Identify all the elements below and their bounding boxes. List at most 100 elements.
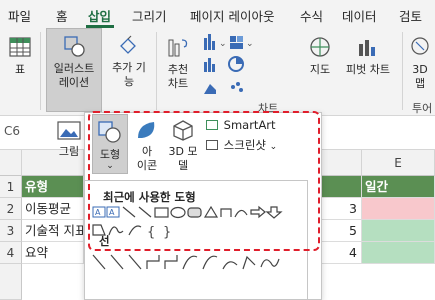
curve-shape-icon[interactable] (222, 261, 238, 270)
freeform-line-icon[interactable] (242, 255, 256, 270)
table-cell[interactable]: 기술적 지표 (22, 220, 84, 242)
recent-shapes-row: A A { } (92, 205, 283, 240)
tab-formulas[interactable]: 수식 (300, 6, 323, 25)
column-chart-icon[interactable] (204, 34, 215, 50)
recommended-charts-button[interactable]: 추천 차트 (160, 34, 196, 91)
svg-text:⌄: ⌄ (219, 39, 227, 49)
double-arrow-shape-icon[interactable] (128, 254, 142, 270)
ribbon-tabs: 파일 홈 삽입 그리기 페이지 레이아웃 수식 데이터 검토 (0, 0, 435, 28)
scatter-chart-icon[interactable] (231, 82, 243, 92)
triangle-shape-icon[interactable] (203, 205, 219, 218)
illustrations-icon (64, 36, 85, 57)
smartart-icon (206, 120, 218, 130)
screenshot-button[interactable]: 스크린샷 ⌄ (206, 137, 277, 153)
arrow-line-shape-icon[interactable] (138, 206, 152, 218)
pictures-button[interactable]: 그림 (52, 120, 86, 159)
table-cell[interactable]: 4 (322, 242, 362, 264)
pivot-chart-label: 피벗 차트 (346, 63, 390, 76)
smartart-label: SmartArt (223, 118, 276, 132)
line-shape-icon[interactable] (122, 206, 136, 218)
pivot-chart-icon (359, 40, 375, 56)
svg-text:{: { (147, 225, 155, 240)
area-chart-icon[interactable] (204, 84, 216, 94)
scribble-shape-icon[interactable] (108, 226, 124, 236)
elbow-connector-icon[interactable] (146, 255, 160, 269)
column-header-e[interactable]: E (362, 150, 435, 176)
table-cell[interactable] (362, 242, 435, 264)
table-cell[interactable] (362, 220, 435, 242)
chart-types-grid: ⌄ ⌄ (200, 32, 296, 98)
vertical-text-box-icon[interactable]: A (106, 206, 120, 218)
header-cell-type[interactable]: 유형 (22, 176, 84, 198)
arrow-shape-icon[interactable] (110, 254, 124, 270)
table-cell[interactable]: 3 (322, 198, 362, 220)
pivot-chart-button[interactable]: 피벗 차트 (340, 34, 396, 77)
table-cell[interactable]: 5 (322, 220, 362, 242)
tab-review[interactable]: 검토 (399, 6, 422, 25)
illustrations-button[interactable]: 일러스트 레이션 (46, 28, 102, 112)
table-cell[interactable] (362, 198, 435, 220)
line-shape-icon[interactable] (92, 254, 106, 270)
down-arrow-shape-icon[interactable] (265, 206, 283, 219)
tab-insert[interactable]: 삽입 (88, 6, 111, 25)
table-cell[interactable]: 요약 (22, 242, 84, 264)
select-all-corner[interactable] (0, 150, 22, 176)
leaf-icon (138, 122, 155, 138)
line-chart-icon[interactable] (204, 58, 215, 72)
tab-data[interactable]: 데이터 (342, 6, 377, 25)
3d-models-button[interactable]: 3D 모 델 (164, 118, 202, 173)
rectangle-shape-icon[interactable] (154, 207, 169, 218)
header-cell-d[interactable] (322, 176, 362, 198)
elbow-connector-icon[interactable] (220, 208, 232, 217)
row-header[interactable]: 2 (0, 198, 22, 220)
cube-icon (173, 120, 193, 141)
table-button[interactable]: 표 (6, 34, 34, 77)
header-cell-daily[interactable]: 일간 (362, 176, 435, 198)
right-brace-shape-icon[interactable]: } (163, 225, 171, 240)
tab-draw[interactable]: 그리기 (132, 6, 167, 25)
row-header[interactable] (0, 264, 22, 300)
column-header-d[interactable] (322, 150, 362, 176)
name-box[interactable]: C6 (4, 124, 20, 138)
table-icon (9, 37, 31, 57)
table-cell[interactable]: 이동평균 (22, 198, 84, 220)
curved-connector-icon[interactable] (234, 209, 248, 218)
text-box-icon[interactable]: A (92, 206, 106, 218)
left-brace-shape-icon[interactable]: { (147, 225, 155, 240)
tab-file[interactable]: 파일 (8, 6, 31, 25)
oval-shape-icon[interactable] (170, 206, 186, 219)
picture-icon (57, 121, 81, 140)
row-header[interactable]: 3 (0, 220, 22, 242)
rounded-rectangle-shape-icon[interactable] (187, 207, 202, 218)
map-label: 지도 (309, 63, 331, 76)
scribble-line-icon[interactable] (260, 258, 280, 268)
tab-page-layout[interactable]: 페이지 레이아웃 (190, 6, 274, 25)
screenshot-label: 스크린샷 (223, 138, 266, 152)
curved-arrow-connector-icon[interactable] (202, 255, 218, 270)
svg-text:A: A (109, 208, 115, 217)
right-arrow-shape-icon[interactable] (250, 205, 266, 219)
svg-text:}: } (163, 225, 171, 240)
tab-home[interactable]: 홈 (56, 6, 68, 25)
3d-map-button[interactable]: 3D 맵 (406, 34, 434, 91)
map-chart-button[interactable]: 지도 (300, 34, 340, 77)
globe-icon (310, 37, 330, 57)
3d-models-label: 3D 모 델 (168, 145, 198, 172)
addins-button[interactable]: 추가 기 능 (108, 34, 150, 89)
lines-row (92, 254, 280, 270)
pie-chart-icon[interactable] (228, 56, 244, 72)
shapes-button[interactable]: 도형 ⌄ (92, 114, 128, 174)
illustrations-label: 일러스트 레이션 (53, 62, 95, 89)
elbow-arrow-connector-icon[interactable] (164, 255, 178, 269)
row-header[interactable]: 1 (0, 176, 22, 198)
recent-shapes-title: 최근에 사용한 도형 (103, 190, 196, 204)
shapes-gallery: 최근에 사용한 도형 A A { } 선 (84, 180, 308, 300)
hierarchy-chart-icon[interactable] (230, 36, 243, 49)
table-label: 표 (14, 63, 26, 76)
smartart-button[interactable]: SmartArt (206, 118, 276, 132)
curved-connector-icon[interactable] (182, 255, 198, 270)
recommended-charts-icon (168, 39, 188, 57)
arc-shape-icon[interactable] (128, 225, 142, 236)
row-header[interactable]: 4 (0, 242, 22, 264)
icons-button[interactable]: 아 이콘 (132, 118, 162, 173)
